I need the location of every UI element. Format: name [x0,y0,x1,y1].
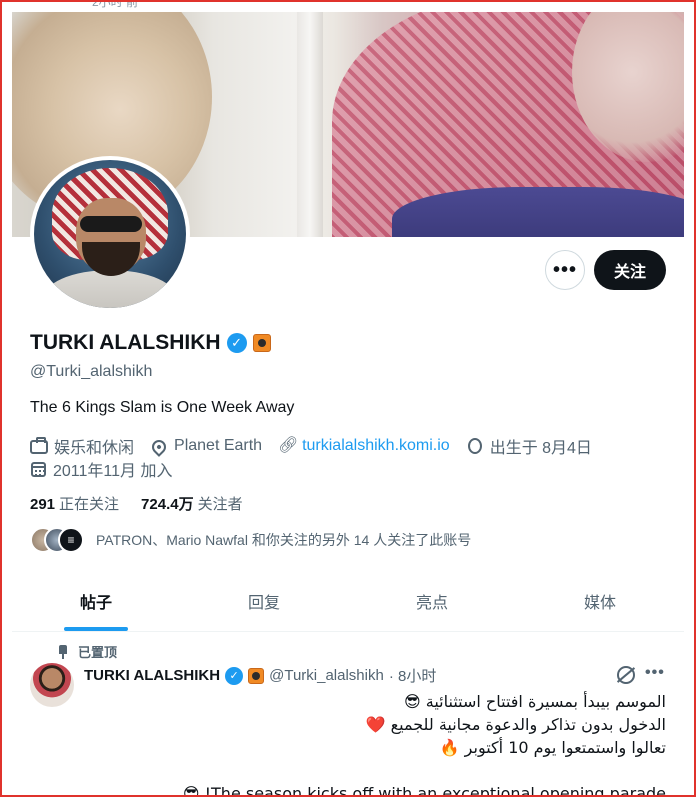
location-text: Planet Earth [174,437,263,454]
grok-icon[interactable] [617,666,635,684]
following-stat[interactable]: 291 正在关注 [30,493,119,514]
followed-by-text: PATRON、Mario Nawfal 和你关注的另外 14 人关注了此账号 [96,532,472,548]
verified-badge-icon[interactable]: ✓ [225,666,244,685]
pinned-indicator: 已置顶 [58,642,117,661]
more-options-button[interactable]: ••• [545,250,585,290]
avatar-image [34,160,186,308]
post-header: TURKI ALALSHIKH ✓ @Turki_alalshikh · 8小时 [84,665,436,686]
tab-posts[interactable]: 帖子 [12,570,180,631]
verified-badge-icon[interactable]: ✓ [226,333,247,353]
briefcase-icon [30,437,48,454]
profile-meta-row: 娱乐和休闲 Planet Earth 🔗︎ turkialalshikh.kom… [30,434,592,458]
category-item: 娱乐和休闲 [30,434,134,458]
pinned-label: 已置顶 [78,645,118,660]
follow-button[interactable]: 关注 [594,250,666,290]
website-item: 🔗︎ turkialalshikh.komi.io [278,437,450,455]
avatar: ≡ [58,527,84,553]
post-more-button[interactable]: ••• [645,664,665,682]
following-count: 291 [30,496,56,513]
post-time[interactable]: · 8小时 [389,665,437,686]
follow-stats: 291 正在关注 724.4万 关注者 [30,493,243,514]
post-text-line: تعالوا واستمتعوا يوم 10 أكتوبر 🔥 [439,738,666,757]
category-text: 娱乐和休闲 [54,440,135,457]
post-text-line: الدخول بدون تذاكر والدعوة مجانية للجميع … [365,715,666,734]
post-text-line: الموسم بيبدأ بمسيرة افتتاح استثنائية 😎 [404,692,666,711]
previous-post-time-text: 2小时 前 [92,0,139,9]
known-followers-avatars: ≡ [30,527,84,553]
post-author-avatar[interactable] [30,663,74,707]
website-link[interactable]: turkialalshikh.komi.io [302,437,450,455]
profile-bio: The 6 Kings Slam is One Week Away [30,399,295,416]
display-name: TURKI ALALSHIKH [30,331,221,354]
post-text: الموسم بيبدأ بمسيرة افتتاح استثنائية 😎 ا… [106,690,666,797]
balloon-icon [467,438,482,454]
birthday-text: 出生于 8月4日 [489,440,592,457]
profile-handle: @Turki_alalshikh [30,363,153,380]
tab-replies[interactable]: 回复 [180,570,348,631]
previous-post-timestamp: 2小时 前 [0,0,696,12]
birthday-item: 出生于 8月4日 [466,434,592,458]
followers-label: 关注者 [197,496,243,513]
tab-media[interactable]: 媒体 [516,570,684,631]
post-author-name[interactable]: TURKI ALALSHIKH [84,667,220,684]
post-text-line: The season kicks off with an exceptional… [182,784,666,797]
location-item: Planet Earth [149,436,263,457]
following-label: 正在关注 [59,496,120,513]
location-pin-icon [149,436,169,457]
joined-item: 2011年11月 加入 [30,457,172,481]
calendar-icon [31,461,46,477]
joined-text: 2011年11月 加入 [53,463,173,480]
profile-name-row: TURKI ALALSHIKH ✓ [30,331,271,355]
followers-stat[interactable]: 724.4万 关注者 [141,493,243,514]
followers-count: 724.4万 [141,496,194,513]
profile-tabs: 帖子 回复 亮点 媒体 [12,570,684,632]
affiliate-badge-icon[interactable] [252,334,271,352]
post-text-line [106,759,666,782]
tab-highlights[interactable]: 亮点 [348,570,516,631]
profile-joined-row: 2011年11月 加入 [30,457,172,481]
followers-you-know[interactable]: ≡ PATRON、Mario Nawfal 和你关注的另外 14 人关注了此账号 [30,527,471,553]
profile-avatar[interactable] [30,156,190,312]
affiliate-badge-icon[interactable] [248,667,265,684]
pin-icon [58,644,68,659]
link-icon: 🔗︎ [278,437,299,454]
post-author-handle[interactable]: @Turki_alalshikh [269,667,384,684]
